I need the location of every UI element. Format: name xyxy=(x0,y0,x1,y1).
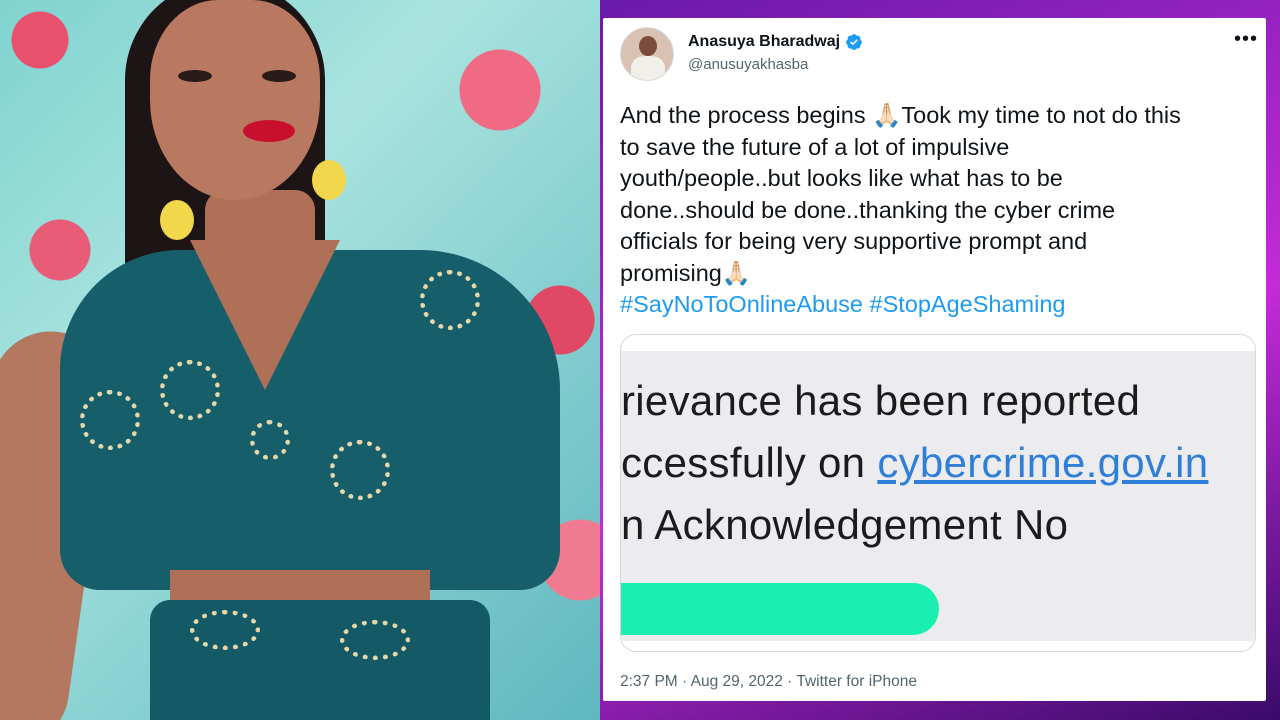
media-text-line-1: rievance has been reported xyxy=(621,377,1141,424)
tweet-text: And the process begins 🙏🏻Took my time to… xyxy=(620,100,1256,321)
media-text-prefix: ccessfully on xyxy=(621,439,878,486)
tweet-text-line: officials for being very supportive prom… xyxy=(620,228,1088,254)
redaction-mark xyxy=(621,583,939,635)
tweet-text-line: And the process begins 🙏🏻Took my time to… xyxy=(620,102,1181,128)
display-name[interactable]: Anasuya Bharadwaj xyxy=(688,33,840,51)
tweet-text-line: youth/people..but looks like what has to… xyxy=(620,165,1063,191)
media-text-line-3: n Acknowledgement No xyxy=(621,501,1069,548)
tweet-text-line: done..should be done..thanking the cyber… xyxy=(620,196,1116,223)
screenshot-image: rievance has been reported ccessfully on… xyxy=(621,351,1255,641)
photo-woman-in-saree xyxy=(0,0,600,720)
tweet-text-line: promising🙏🏻 xyxy=(620,259,752,286)
media-link: cybercrime.gov.in xyxy=(877,439,1209,486)
more-options-icon[interactable]: ••• xyxy=(1234,28,1258,51)
avatar[interactable] xyxy=(620,27,674,81)
verified-badge-icon xyxy=(846,34,862,51)
tweet-text-line: to save the future of a lot of impulsive xyxy=(620,133,1010,160)
hashtags[interactable]: #SayNoToOnlineAbuse #StopAgeShaming xyxy=(620,289,1256,321)
author-row: Anasuya Bharadwaj xyxy=(688,33,863,51)
tweet-media-image[interactable]: rievance has been reported ccessfully on… xyxy=(620,334,1256,652)
tweet-timestamp[interactable]: 2:37 PM · Aug 29, 2022 · Twitter for iPh… xyxy=(620,673,917,691)
media-text-line-2: ccessfully on cybercrime.gov.in xyxy=(621,439,1208,487)
author-handle[interactable]: @anusuyakhasba xyxy=(688,56,808,73)
